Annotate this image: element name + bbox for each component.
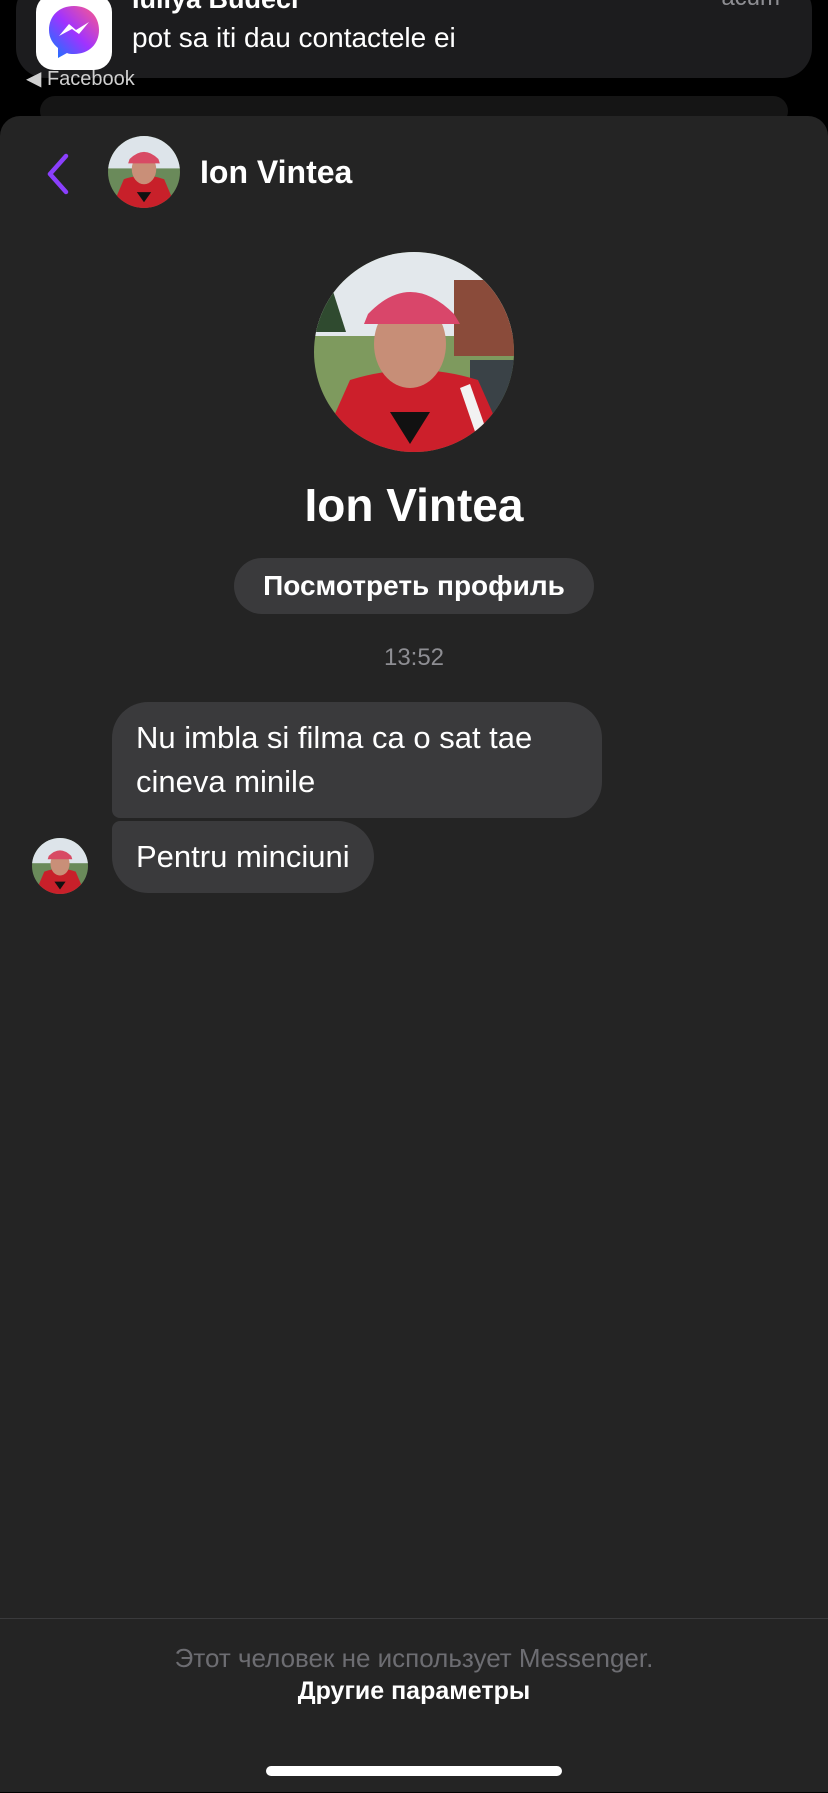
- messenger-icon: [36, 0, 112, 70]
- profile-name: Ion Vintea: [304, 479, 524, 531]
- sender-avatar[interactable]: [32, 838, 88, 894]
- profile-avatar[interactable]: [314, 252, 514, 452]
- notification-message: pot sa iti dau contactele ei: [132, 22, 456, 53]
- header-contact-name[interactable]: Ion Vintea: [200, 154, 352, 191]
- notification-banner[interactable]: Iuliya Budeci pot sa iti dau contactele …: [16, 0, 812, 78]
- other-options-button[interactable]: Другие параметры: [0, 1677, 828, 1706]
- header-avatar[interactable]: [108, 136, 180, 208]
- conversation-sheet: Ion Vintea Ion Vintea Посмотреть профиль…: [0, 116, 828, 1792]
- message-bubble[interactable]: Pentru minciuni: [112, 821, 374, 893]
- home-indicator[interactable]: [266, 1766, 562, 1776]
- view-profile-button[interactable]: Посмотреть профиль: [234, 558, 594, 614]
- notification-sender: Iuliya Budeci: [132, 0, 299, 15]
- message-bubble[interactable]: Nu imbla si filma ca o sat tae cineva mi…: [112, 702, 602, 818]
- back-button[interactable]: [36, 146, 80, 202]
- not-on-messenger-note: Этот человек не использует Messenger.: [174, 1643, 654, 1673]
- message-timestamp: 13:52: [383, 644, 445, 671]
- back-to-app-link[interactable]: ◀ Facebook: [26, 66, 135, 91]
- chevron-left-icon: [47, 153, 69, 195]
- notification-time: acum: [721, 0, 780, 12]
